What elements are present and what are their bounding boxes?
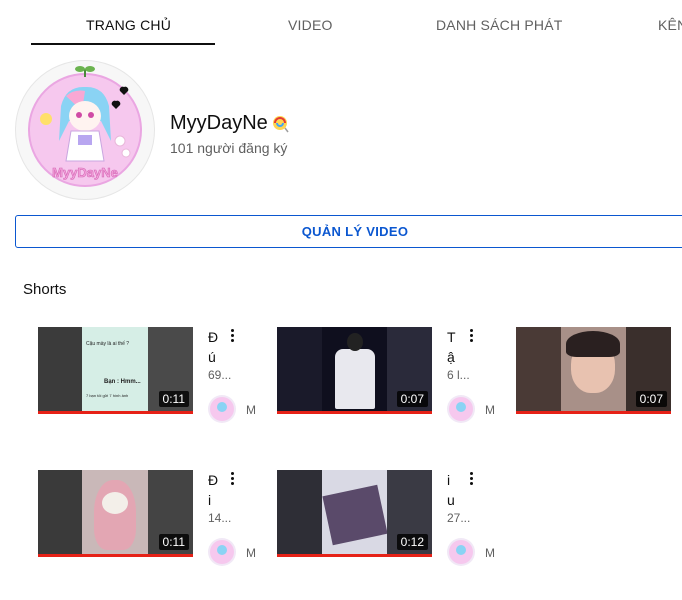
short-title[interactable]: T ậ: [447, 327, 461, 367]
short-title[interactable]: Đ ú: [208, 327, 222, 367]
thumb-caption: Cậu mày là ai thế ?: [86, 341, 130, 347]
short-title[interactable]: i u: [447, 470, 461, 510]
short-thumbnail[interactable]: 0:11: [38, 470, 193, 557]
lollipop-icon: [272, 115, 289, 132]
active-tab-indicator: [31, 43, 215, 45]
progress-bar: [277, 411, 432, 414]
channel-initial: M: [246, 546, 256, 560]
duration-badge: 0:11: [158, 391, 189, 407]
avatar-artwork: [449, 540, 473, 564]
short-thumbnail[interactable]: Cậu mày là ai thế ? Bạn : Hmm... 7 bạn t…: [38, 327, 193, 414]
progress-bar: [38, 554, 193, 557]
thumb-caption: 7 bạn tôi gửi 7 hình ảnh: [86, 393, 129, 398]
channel-mini-avatar[interactable]: [208, 538, 236, 566]
progress-bar: [516, 411, 671, 414]
short-views: 14...: [208, 511, 232, 525]
tab-channels[interactable]: KÊN: [658, 17, 682, 33]
manage-videos-button[interactable]: QUẢN LÝ VIDEO: [15, 215, 682, 248]
short-views: 6 l...: [447, 368, 470, 382]
avatar-text: MyyDayNe: [52, 165, 118, 180]
duration-badge: 0:12: [396, 534, 428, 550]
subscriber-count: 101 người đăng ký: [170, 140, 288, 156]
channel-tabs: TRANG CHỦ VIDEO DANH SÁCH PHÁT KÊN: [0, 0, 682, 48]
tab-playlists[interactable]: DANH SÁCH PHÁT: [436, 17, 562, 33]
tab-home[interactable]: TRANG CHỦ: [86, 17, 171, 33]
short-views: 27...: [447, 511, 471, 525]
tab-videos[interactable]: VIDEO: [288, 17, 333, 33]
avatar-artwork: MyyDayNe: [28, 66, 142, 187]
short-card[interactable]: 0:11 Đ i 14... M: [38, 470, 278, 580]
short-thumbnail[interactable]: 0:07: [277, 327, 432, 414]
short-thumbnail[interactable]: 0:12: [277, 470, 432, 557]
avatar-artwork: [449, 397, 473, 421]
channel-initial: M: [246, 403, 256, 417]
channel-initial: M: [485, 403, 495, 417]
more-options-icon[interactable]: [467, 472, 475, 486]
avatar-artwork: [210, 540, 234, 564]
avatar-artwork: [210, 397, 234, 421]
short-views: 69...: [208, 368, 232, 382]
short-thumbnail[interactable]: 0:07: [516, 327, 671, 414]
channel-name-text: MyyDayNe: [170, 112, 268, 134]
thumb-caption: Bạn : Hmm...: [104, 379, 141, 385]
channel-mini-avatar[interactable]: [208, 395, 236, 423]
short-title[interactable]: Đ i: [208, 470, 222, 510]
channel-name: MyyDayNe: [170, 112, 289, 135]
more-options-icon[interactable]: [228, 329, 236, 343]
short-card[interactable]: Cậu mày là ai thế ? Bạn : Hmm... 7 bạn t…: [38, 327, 278, 437]
short-card[interactable]: 0:07: [516, 327, 671, 437]
shorts-section-title: Shorts: [23, 281, 67, 298]
short-card[interactable]: 0:07 T ậ 6 l... M: [277, 327, 517, 437]
duration-badge: 0:07: [396, 391, 428, 407]
duration-badge: 0:07: [635, 391, 667, 407]
more-options-icon[interactable]: [467, 329, 475, 343]
channel-mini-avatar[interactable]: [447, 538, 475, 566]
progress-bar: [38, 411, 193, 414]
more-options-icon[interactable]: [228, 472, 236, 486]
channel-avatar[interactable]: MyyDayNe: [15, 60, 155, 200]
progress-bar: [277, 554, 432, 557]
channel-initial: M: [485, 546, 495, 560]
duration-badge: 0:11: [158, 534, 189, 550]
short-card[interactable]: 0:12 i u 27... M: [277, 470, 517, 580]
channel-mini-avatar[interactable]: [447, 395, 475, 423]
